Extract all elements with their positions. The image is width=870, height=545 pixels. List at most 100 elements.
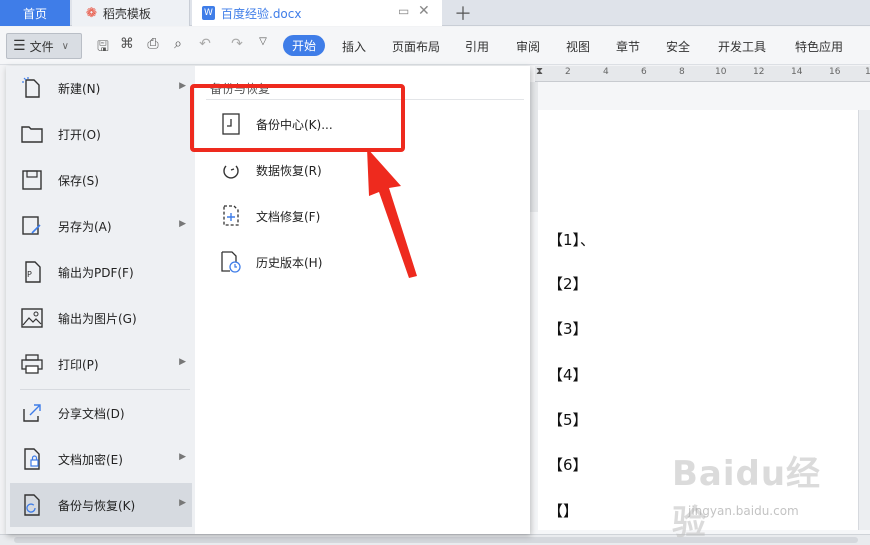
quick-access-more-icon[interactable]: ▽ [254,36,272,47]
tab-bar: 首页 ❁ 稻壳模板 W 百度经验.docx ▭ ✕ ＋ [0,0,870,26]
ruler-number: 16 [829,67,841,77]
menu-item-encrypt[interactable]: 文档加密(E) ▶ [10,437,192,481]
submenu-item-label: 历史版本(H) [256,255,323,270]
ruler-number: 2 [565,67,571,77]
ribbon-tab-view[interactable]: 视图 [566,38,590,55]
ruler-number: 4 [603,67,609,77]
svg-text:P: P [27,270,32,279]
indent-marker-icon[interactable]: ⧗ [536,66,543,77]
ribbon-tab-insert[interactable]: 插入 [342,38,366,55]
ribbon-tab-start-label: 开始 [291,39,316,53]
red-annotation-arrow-icon [367,148,417,278]
menu-item-label: 输出为图片(G) [58,311,137,326]
watermark-url: jingyan.baidu.com [688,504,799,518]
menu-item-new[interactable]: 新建(N) ▶ [10,66,192,110]
close-tab-icon[interactable]: ✕ [418,3,430,19]
submenu-item-label: 文档修复(F) [256,209,321,224]
tab-docer-template[interactable]: ❁ 稻壳模板 [72,0,190,26]
menu-item-label: 打开(O) [58,127,101,142]
ribbon-tab-chapter[interactable]: 章节 [616,38,640,55]
print-preview-icon[interactable]: ⌕ [169,36,187,52]
menu-item-label: 另存为(A) [58,219,112,234]
ribbon-tab-references[interactable]: 引用 [465,38,489,55]
history-version-icon [220,251,242,273]
chevron-down-icon: ∨ [61,40,69,52]
plus-icon: ＋ [454,4,472,25]
submenu-arrow-icon: ▶ [179,498,186,508]
document-line[interactable]: 【】 [548,500,578,521]
share-icon [20,401,44,425]
save-as-icon [20,214,44,238]
ribbon-tab-page-layout[interactable]: 页面布局 [392,38,440,55]
document-line[interactable]: 【3】 [548,318,588,339]
document-line[interactable]: 【4】 [548,364,588,385]
menu-item-export-image[interactable]: 输出为图片(G) [10,296,192,340]
data-recovery-icon [220,159,242,181]
menu-item-print[interactable]: 打印(P) ▶ [10,342,192,386]
watermark-text: Baidu经验 [672,454,822,543]
menu-item-label: 文档加密(E) [58,452,123,467]
horizontal-ruler[interactable]: ⧗ 2 4 6 8 10 12 14 16 18 [535,66,870,82]
file-menu-button[interactable]: ☰ 文件 ∨ [6,33,82,59]
ribbon-tab-developer[interactable]: 开发工具 [718,38,766,55]
add-tab-button[interactable]: ＋ [454,0,472,26]
window-restore-icon[interactable]: ▭ [398,4,409,18]
document-line[interactable]: 【5】 [548,409,588,430]
tab-home[interactable]: 首页 [0,0,70,26]
quick-save-icon[interactable]: 🖫 [94,36,112,60]
ribbon-tab-start[interactable]: 开始 [283,35,325,56]
save-icon [20,168,44,192]
menu-item-export-pdf[interactable]: P 输出为PDF(F) [10,250,192,294]
vertical-scrollbar[interactable] [858,110,870,530]
tab-document-label: 百度经验.docx [221,6,302,21]
document-line[interactable]: 【1】、 [548,229,595,250]
ruler-number: 12 [753,67,765,77]
menu-item-open[interactable]: 打开(O) [10,112,192,156]
ruler-number: 14 [791,67,803,77]
menu-item-label: 打印(P) [58,357,99,372]
submenu-item-label: 数据恢复(R) [256,163,322,178]
ribbon-tab-special[interactable]: 特色应用 [795,38,843,55]
menu-item-save[interactable]: 保存(S) [10,158,192,202]
folder-icon [20,122,44,146]
menu-divider [20,389,190,390]
format-painter-icon[interactable]: ⌘ [118,36,136,52]
submenu-arrow-icon: ▶ [179,452,186,462]
submenu-arrow-icon: ▶ [179,81,186,91]
printer-icon [20,352,44,376]
document-line[interactable]: 【2】 [548,273,588,294]
tab-home-label: 首页 [22,6,47,21]
ruler-number: 8 [679,67,685,77]
menu-item-label: 新建(N) [58,81,101,96]
menu-item-label: 分享文档(D) [58,406,125,421]
ruler-number: 10 [715,67,727,77]
ribbon-tab-security[interactable]: 安全 [666,38,690,55]
image-icon [20,306,44,330]
submenu-item-doc-repair[interactable]: 文档修复(F) [220,200,320,232]
doc-repair-icon [220,205,242,227]
redo-icon[interactable]: ↷ [228,36,246,52]
vertical-ruler[interactable] [530,82,538,212]
menu-item-share[interactable]: 分享文档(D) [10,391,192,435]
print-icon[interactable]: ⎙ [144,36,162,52]
menu-item-backup-restore[interactable]: 备份与恢复(K) ▶ [10,483,192,527]
file-menu-list: 新建(N) ▶ 打开(O) 保存(S) 另存为(A) ▶ P 输出为PDF(F)… [6,66,195,534]
submenu-item-data-recovery[interactable]: 数据恢复(R) [220,154,322,186]
menu-item-save-as[interactable]: 另存为(A) ▶ [10,204,192,248]
file-menu-label: 文件 [29,39,54,54]
pdf-icon: P [20,260,44,284]
baidu-watermark: Baidu经验 jingyan.baidu.com [672,446,832,543]
backup-icon [20,493,44,517]
ribbon-tab-review[interactable]: 审阅 [516,38,540,55]
menu-item-label: 保存(S) [58,173,99,188]
docer-logo-icon: ❁ [86,5,97,21]
ruler-number: 6 [641,67,647,77]
menu-item-label: 输出为PDF(F) [58,265,134,280]
word-doc-icon: W [202,6,215,20]
ribbon-toolbar: ☰ 文件 ∨ 🖫 ⌘ ⎙ ⌕ ↶ ↷ ▽ 开始 插入 页面布局 引用 审阅 视图… [0,27,870,65]
menu-item-label: 备份与恢复(K) [58,498,136,513]
ruler-number: 18 [865,67,870,77]
submenu-item-history-version[interactable]: 历史版本(H) [220,246,322,278]
document-line[interactable]: 【6】 [548,454,588,475]
undo-icon[interactable]: ↶ [196,36,214,52]
